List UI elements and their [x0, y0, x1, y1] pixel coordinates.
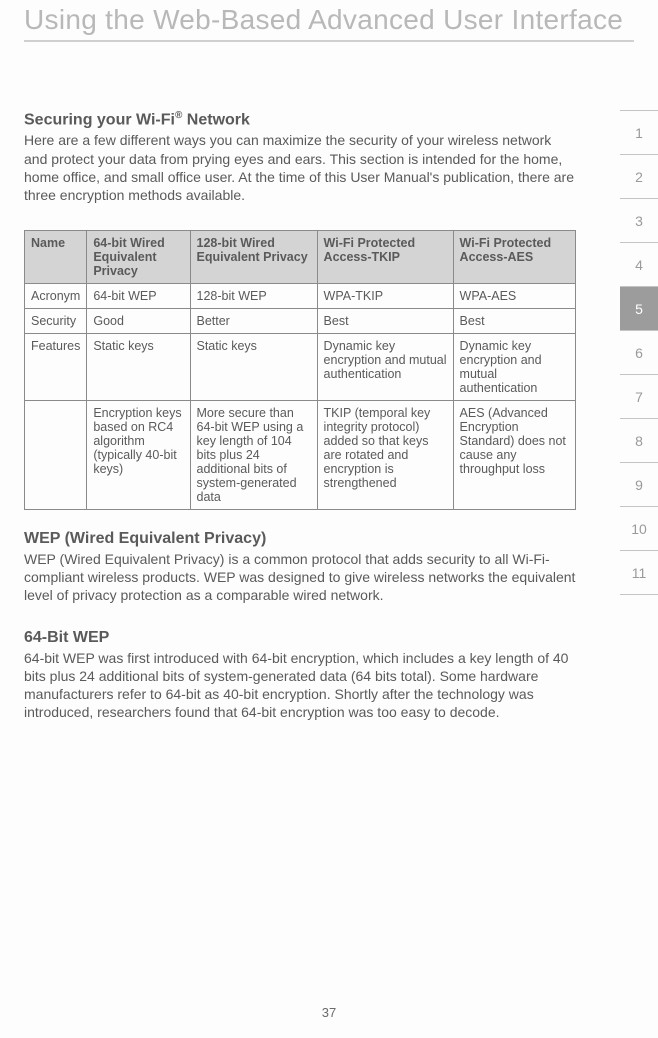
securing-heading: Securing your Wi-Fi® Network: [24, 110, 576, 129]
cell: Features: [25, 334, 87, 401]
th-tkip: Wi-Fi Protected Access-TKIP: [317, 231, 453, 284]
tab-11[interactable]: 11: [620, 550, 658, 595]
tab-5[interactable]: 5: [620, 286, 658, 331]
cell: [25, 401, 87, 510]
wep64-heading: 64-Bit WEP: [24, 629, 576, 647]
securing-heading-post: Network: [182, 111, 250, 128]
cell: Good: [87, 309, 190, 334]
securing-body: Here are a few different ways you can ma…: [24, 131, 576, 204]
cell: More secure than 64-bit WEP using a key …: [190, 401, 317, 510]
tab-6[interactable]: 6: [620, 330, 658, 375]
tab-2[interactable]: 2: [620, 154, 658, 199]
cell: Encryption keys based on RC4 algorithm (…: [87, 401, 190, 510]
tab-8[interactable]: 8: [620, 418, 658, 463]
cell: Best: [317, 309, 453, 334]
chapter-tabs: 1 2 3 4 5 6 7 8 9 10 11: [620, 110, 658, 594]
securing-heading-pre: Securing your Wi-Fi: [24, 111, 175, 128]
wep64-body: 64-bit WEP was first introduced with 64-…: [24, 649, 576, 722]
cell: 128-bit WEP: [190, 284, 317, 309]
th-64wep: 64-bit Wired Equivalent Privacy: [87, 231, 190, 284]
table-row: Security Good Better Best Best: [25, 309, 576, 334]
cell: Dynamic key encryption and mutual authen…: [453, 334, 575, 401]
page-header: Using the Web-Based Advanced User Interf…: [24, 0, 634, 42]
cell: 64-bit WEP: [87, 284, 190, 309]
encryption-table: Name 64-bit Wired Equivalent Privacy 128…: [24, 230, 576, 510]
tab-7[interactable]: 7: [620, 374, 658, 419]
table-row: Acronym 64-bit WEP 128-bit WEP WPA-TKIP …: [25, 284, 576, 309]
tab-4[interactable]: 4: [620, 242, 658, 287]
cell: WPA-TKIP: [317, 284, 453, 309]
cell: WPA-AES: [453, 284, 575, 309]
cell: Dynamic key encryption and mutual authen…: [317, 334, 453, 401]
th-aes: Wi-Fi Protected Access-AES: [453, 231, 575, 284]
cell: Best: [453, 309, 575, 334]
table-header-row: Name 64-bit Wired Equivalent Privacy 128…: [25, 231, 576, 284]
table-row: Encryption keys based on RC4 algorithm (…: [25, 401, 576, 510]
tab-9[interactable]: 9: [620, 462, 658, 507]
cell: Security: [25, 309, 87, 334]
tab-10[interactable]: 10: [620, 506, 658, 551]
cell: AES (Advanced Encryption Standard) does …: [453, 401, 575, 510]
cell: Acronym: [25, 284, 87, 309]
page-number: 37: [0, 1005, 658, 1020]
cell: TKIP (temporal key integrity protocol) a…: [317, 401, 453, 510]
table-row: Features Static keys Static keys Dynamic…: [25, 334, 576, 401]
th-128wep: 128-bit Wired Equivalent Privacy: [190, 231, 317, 284]
wep-heading: WEP (Wired Equivalent Privacy): [24, 530, 576, 548]
wep-body: WEP (Wired Equivalent Privacy) is a comm…: [24, 550, 576, 605]
tab-3[interactable]: 3: [620, 198, 658, 243]
cell: Better: [190, 309, 317, 334]
cell: Static keys: [87, 334, 190, 401]
cell: Static keys: [190, 334, 317, 401]
tab-1[interactable]: 1: [620, 110, 658, 155]
th-name: Name: [25, 231, 87, 284]
